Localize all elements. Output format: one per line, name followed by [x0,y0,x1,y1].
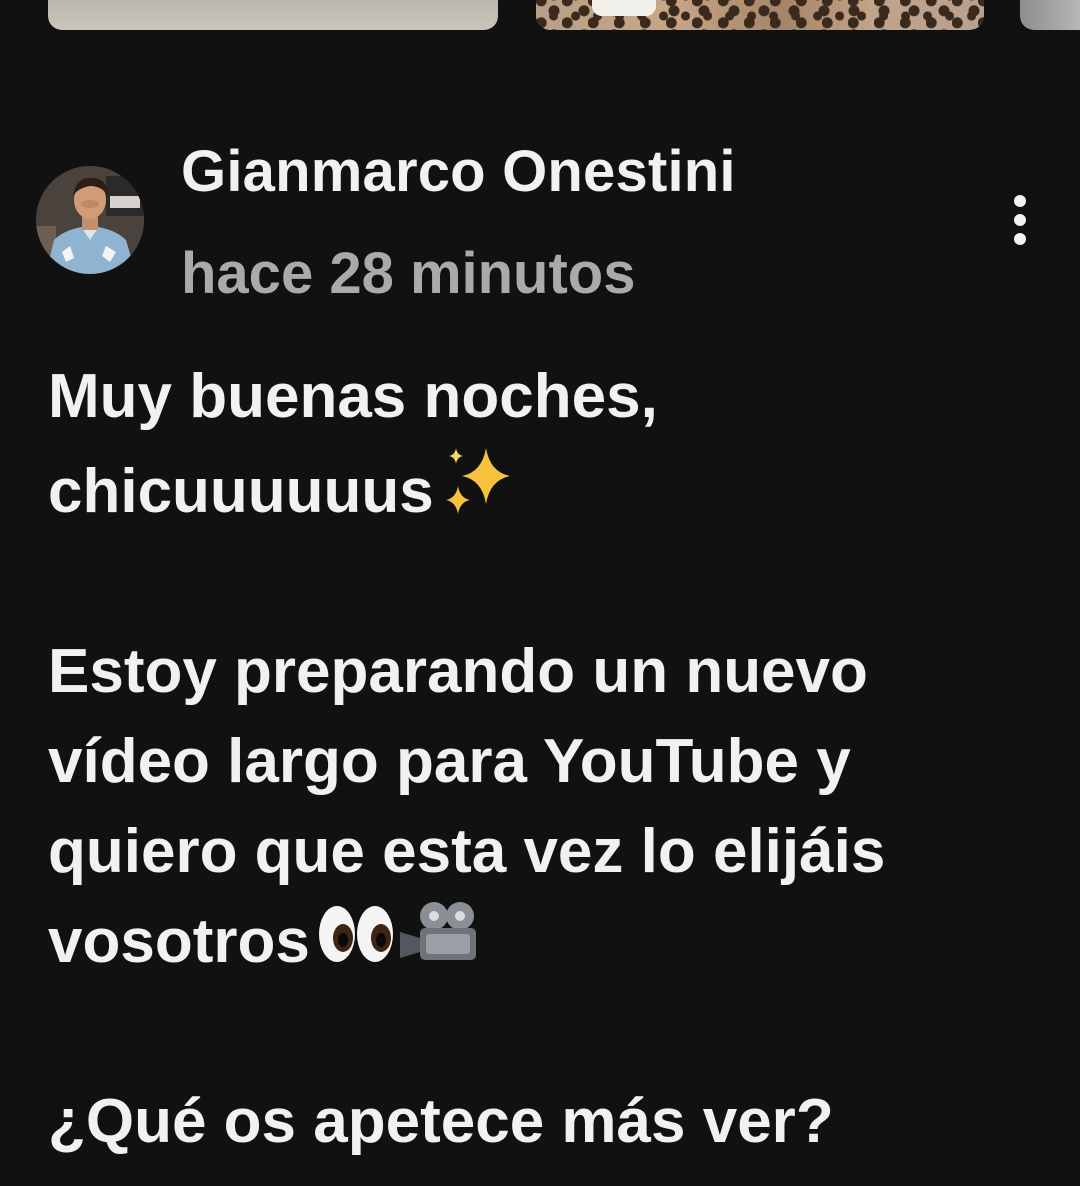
post-text-segment: vosotros [48,907,310,976]
more-vertical-icon [1014,195,1026,207]
sparkles-emoji-icon [440,442,516,518]
more-vertical-icon-dot [1014,214,1026,226]
author-avatar[interactable] [36,166,144,274]
thumbnail-object [592,0,656,16]
post-body: Muy buenas noches, chicuuuuuus Estoy pre… [48,352,1048,1167]
eyes-emoji-icon [316,898,396,968]
post-timestamp: hace 28 minutos [181,241,636,306]
post-text-segment: chicuuuuuus [48,457,434,526]
photo-thumbnail[interactable] [48,0,498,30]
more-vertical-icon-dot [1014,233,1026,245]
photo-thumbnail[interactable] [536,0,984,30]
post-text-line: vídeo largo para YouTube y [48,727,851,796]
author-name[interactable]: Gianmarco Onestini [181,138,736,205]
movie-camera-emoji-icon [396,898,480,968]
post-text-line: vosotros [48,897,1048,987]
post-text-line: Estoy preparando un nuevo [48,637,868,706]
photo-thumbnail[interactable] [1020,0,1080,30]
post-text-line: ¿Qué os apetece más ver? [48,1087,834,1156]
post-text-line: chicuuuuuus [48,442,1048,537]
more-options-button[interactable] [996,188,1044,252]
post-text-line: quiero que esta vez lo elijáis [48,817,886,886]
post-text-line: Muy buenas noches, [48,362,658,431]
thumbnail-strip [0,0,1080,32]
profile-photo-icon [36,166,144,274]
